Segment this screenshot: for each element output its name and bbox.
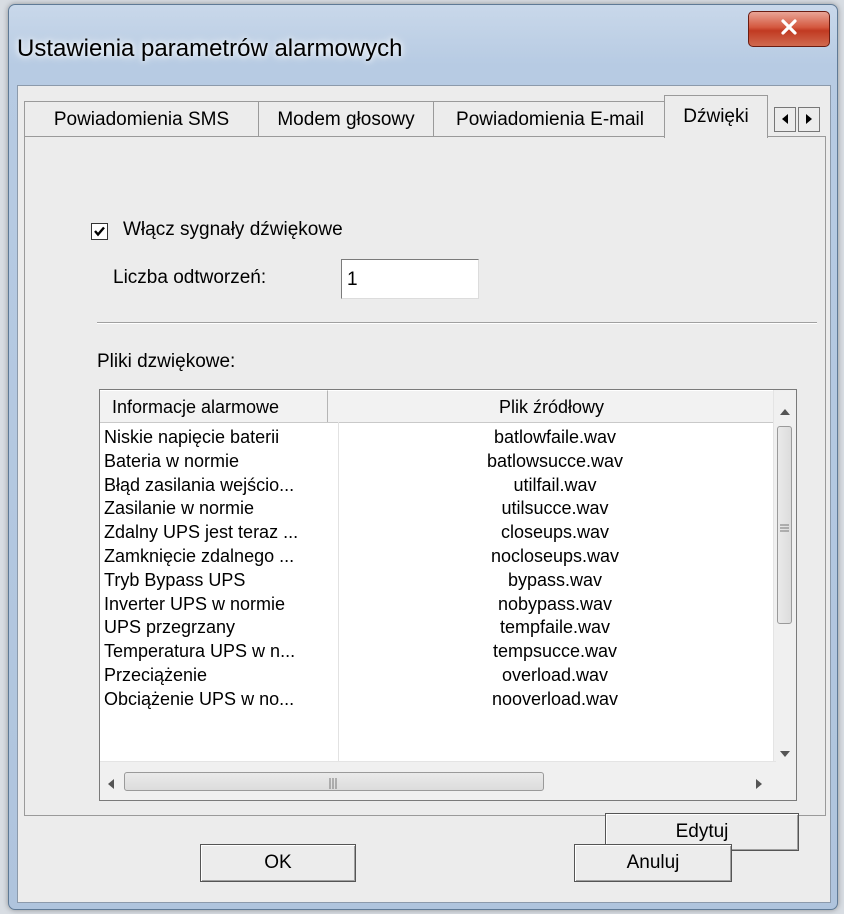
scroll-left-icon[interactable] — [108, 776, 114, 794]
alarm-info-cell: Temperatura UPS w n... — [104, 641, 296, 662]
sounds-tab-panel: Włącz sygnały dźwiękowe Liczba odtworzeń… — [24, 136, 826, 851]
alarm-info-cell: Przeciążenie — [104, 664, 208, 685]
source-file-cell: overload.wav — [501, 664, 609, 685]
table-row[interactable]: Przeciążenie overload.wav — [100, 664, 776, 688]
alarm-info-cell: Zdalny UPS jest teraz ... — [104, 522, 299, 543]
source-file-cell: batlowsucce.wav — [486, 450, 624, 471]
tab-email[interactable]: Powiadomienia E-mail — [433, 101, 667, 137]
source-file-cell: batlowfaile.wav — [493, 427, 617, 447]
grip-icon — [329, 776, 338, 794]
alarm-info-cell: Zasilanie w normie — [104, 498, 255, 519]
source-file-cell: tempsucce.wav — [492, 641, 618, 662]
close-icon — [780, 18, 798, 40]
grip-icon — [780, 519, 789, 537]
tab-scroll-left-button[interactable] — [774, 107, 796, 132]
table-row[interactable]: Temperatura UPS w n... tempsucce.wav — [100, 640, 776, 664]
enable-sounds-checkbox[interactable] — [91, 223, 108, 240]
alarm-info-cell: Zamknięcie zdalnego ... — [104, 545, 295, 566]
vertical-scrollbar[interactable] — [773, 390, 796, 764]
tab-scroll-left-icon — [781, 111, 789, 129]
vertical-scroll-thumb[interactable] — [777, 426, 792, 624]
tab-label: Modem głosowy — [277, 108, 415, 130]
window-title: Ustawienia parametrów alarmowych — [17, 35, 403, 62]
column-header-source-file[interactable]: Plik źródłowy — [328, 390, 776, 422]
table-row[interactable]: Niskie napięcie baterii batlowfaile.wav — [100, 426, 776, 450]
play-count-input[interactable]: 1 — [341, 259, 479, 299]
source-file-cell: utilfail.wav — [513, 474, 597, 495]
table-row[interactable]: Zdalny UPS jest teraz ... closeups.wav — [100, 521, 776, 545]
scroll-up-icon[interactable] — [780, 402, 790, 420]
source-file-cell: tempfaile.wav — [499, 617, 611, 638]
alarm-info-cell: Obciążenie UPS w no... — [104, 688, 295, 709]
sound-files-label: Pliki dzwiękowe: — [97, 351, 236, 372]
alarm-info-cell: Bateria w normie — [104, 450, 240, 471]
horizontal-scrollbar[interactable] — [100, 761, 776, 800]
tab-scroll-right-button[interactable] — [798, 107, 820, 132]
cancel-button[interactable]: Anuluj — [574, 844, 732, 882]
table-row[interactable]: Błąd zasilania wejścio... utilfail.wav — [100, 474, 776, 498]
dialog-window: Ustawienia parametrów alarmowych Powiado… — [8, 4, 838, 910]
column-header-label: Informacje alarmowe — [112, 397, 280, 417]
source-file-cell: bypass.wav — [507, 569, 603, 590]
source-file-cell: utilsucce.wav — [501, 498, 609, 519]
source-file-cell: closeups.wav — [500, 522, 610, 543]
tab-scroll-right-icon — [805, 111, 813, 129]
alarm-info-cell: UPS przegrzany — [104, 617, 236, 638]
table-row[interactable]: Zamknięcie zdalnego ... nocloseups.wav — [100, 545, 776, 569]
tab-sms[interactable]: Powiadomienia SMS — [24, 101, 259, 137]
table-row[interactable]: Tryb Bypass UPS bypass.wav — [100, 569, 776, 593]
horizontal-scroll-thumb[interactable] — [124, 772, 544, 791]
table-row[interactable]: Zasilanie w normie utilsucce.wav — [100, 497, 776, 521]
column-header-label: Plik źródłowy — [498, 397, 605, 417]
scroll-down-icon[interactable] — [780, 744, 790, 762]
tab-strip: Powiadomienia SMS Modem głosowy Powiadom… — [24, 95, 826, 138]
play-count-label: Liczba odtworzeń: — [113, 267, 267, 288]
table-row[interactable]: Bateria w normie batlowsucce.wav — [100, 450, 776, 474]
title-bar[interactable]: Ustawienia parametrów alarmowych — [9, 5, 837, 85]
alarm-info-cell: Błąd zasilania wejścio... — [104, 474, 295, 495]
ok-button[interactable]: OK — [200, 844, 356, 882]
alarm-info-cell: Niskie napięcie baterii — [104, 427, 280, 447]
tab-voice-modem[interactable]: Modem głosowy — [258, 101, 434, 137]
table-row[interactable]: Obciążenie UPS w no... nooverload.wav — [100, 688, 776, 712]
close-button[interactable] — [748, 11, 830, 47]
enable-sounds-label[interactable]: Włącz sygnały dźwiękowe — [123, 219, 343, 241]
alarm-info-cell: Tryb Bypass UPS — [104, 569, 246, 590]
scrollbar-corner — [774, 762, 796, 800]
tab-label: Powiadomienia SMS — [53, 108, 230, 130]
table-row[interactable]: UPS przegrzany tempfaile.wav — [100, 616, 776, 640]
source-file-cell: nooverload.wav — [491, 688, 619, 709]
scroll-right-icon[interactable] — [756, 776, 762, 794]
table-row[interactable]: Inverter UPS w normie nobypass.wav — [100, 593, 776, 617]
table-body: Niskie napięcie baterii batlowfaile.wav B… — [100, 426, 776, 712]
alarm-info-cell: Inverter UPS w normie — [104, 593, 286, 614]
source-file-cell: nocloseups.wav — [490, 545, 620, 566]
dialog-client-area: Powiadomienia SMS Modem głosowy Powiadom… — [17, 85, 831, 903]
source-file-cell: nobypass.wav — [497, 593, 613, 614]
tab-sounds[interactable]: Dźwięki — [664, 95, 768, 138]
tab-label: Powiadomienia E-mail — [456, 108, 644, 130]
separator — [97, 322, 817, 324]
sound-files-table[interactable]: Informacje alarmowe Plik źródłowy Niskie… — [99, 389, 797, 801]
table-header: Informacje alarmowe Plik źródłowy — [100, 390, 776, 423]
column-header-alarm-info[interactable]: Informacje alarmowe — [100, 390, 328, 422]
tab-label: Dźwięki — [683, 106, 749, 127]
